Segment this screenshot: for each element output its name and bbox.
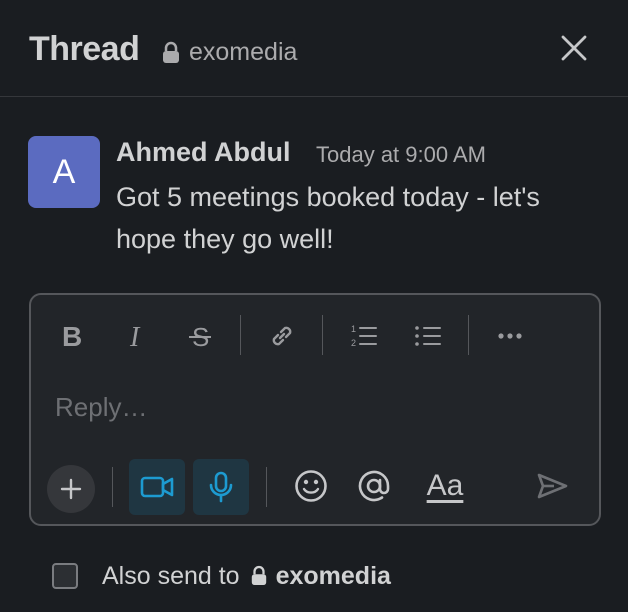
also-send-channel-name: exomedia	[275, 561, 391, 590]
actions-divider	[112, 467, 113, 507]
audio-clip-button[interactable]	[193, 459, 249, 515]
microphone-icon	[209, 471, 233, 503]
close-icon	[561, 35, 587, 61]
lock-icon	[251, 565, 266, 585]
video-clip-button[interactable]	[129, 459, 185, 515]
svg-text:2: 2	[351, 338, 356, 348]
bulleted-list-icon	[415, 326, 441, 346]
more-icon	[498, 333, 522, 339]
toolbar-divider	[240, 315, 241, 355]
strikethrough-icon: S	[189, 322, 211, 350]
svg-text:I: I	[129, 322, 141, 350]
formatting-toggle-button[interactable]: Aa	[415, 463, 475, 509]
mention-icon	[358, 470, 390, 502]
mention-button[interactable]	[351, 463, 397, 509]
bold-icon: B	[62, 322, 82, 350]
video-icon	[140, 476, 174, 498]
avatar[interactable]: A	[28, 136, 100, 208]
plus-icon	[60, 478, 82, 500]
send-icon	[537, 473, 568, 499]
italic-button[interactable]: I	[115, 315, 157, 357]
message-author[interactable]: Ahmed Abdul	[116, 137, 291, 168]
also-send-channel: exomedia	[250, 562, 391, 591]
link-button[interactable]	[261, 315, 303, 357]
toolbar-divider	[468, 315, 469, 355]
italic-icon: I	[129, 322, 141, 350]
more-button[interactable]	[489, 315, 531, 357]
formatting-toolbar: B I S 1 2	[31, 295, 599, 375]
link-icon	[272, 326, 292, 346]
bulleted-list-button[interactable]	[407, 315, 449, 357]
svg-text:1: 1	[351, 324, 356, 334]
close-button[interactable]	[556, 30, 592, 66]
thread-panel: Thread exomedia A Ahmed Abdul Today at 9…	[0, 0, 628, 612]
emoji-icon	[295, 470, 327, 502]
composer-actions: Aa	[31, 455, 599, 515]
strikethrough-button[interactable]: S	[179, 315, 221, 357]
reply-composer: B I S 1 2 Reply… Aa	[29, 293, 601, 526]
formatting-icon: Aa	[426, 469, 464, 502]
numbered-list-icon: 1 2	[351, 324, 377, 348]
toolbar-divider	[322, 315, 323, 355]
reply-input[interactable]	[55, 387, 575, 427]
channel-name: exomedia	[189, 38, 298, 66]
lock-icon	[163, 41, 179, 63]
attach-button[interactable]	[47, 465, 95, 513]
bold-button[interactable]: B	[51, 315, 93, 357]
channel-link[interactable]: exomedia	[161, 38, 297, 67]
emoji-button[interactable]	[288, 463, 334, 509]
svg-text:B: B	[62, 322, 82, 350]
actions-divider	[266, 467, 267, 507]
thread-title: Thread	[29, 30, 140, 68]
send-button[interactable]	[529, 463, 575, 509]
numbered-list-button[interactable]: 1 2	[343, 315, 385, 357]
also-send-option: Also send to exomedia	[52, 561, 391, 591]
message-text: Got 5 meetings booked today - let's hope…	[116, 182, 540, 254]
thread-header: Thread exomedia	[0, 0, 628, 97]
also-send-label: Also send to	[102, 561, 240, 590]
also-send-checkbox[interactable]	[52, 563, 78, 589]
message-timestamp[interactable]: Today at 9:00 AM	[316, 142, 486, 168]
